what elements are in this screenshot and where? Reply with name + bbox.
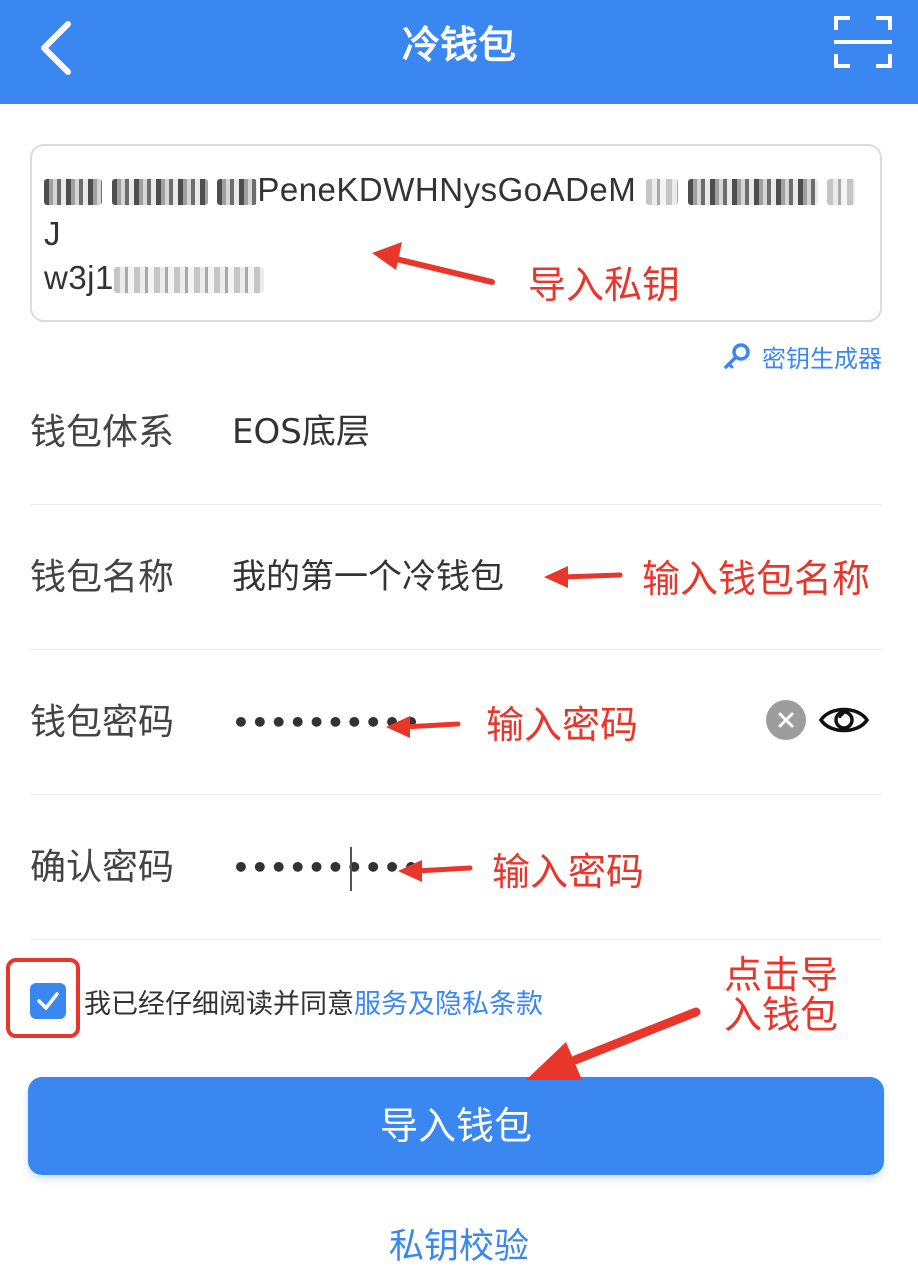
annotation-import-key: 导入私钥 [528,263,681,307]
redacted-segment [44,179,102,206]
redacted-segment [113,267,264,294]
page-title: 冷钱包 [401,23,516,67]
private-key-text: PeneKDWHNysGoADeM J w3j1 [44,168,866,300]
wallet-password-label: 钱包密码 [30,702,175,743]
annotation-enter-password-2: 输入密码 [492,850,645,894]
agreement-checkbox[interactable] [30,983,66,1019]
wallet-system-label: 钱包体系 [30,412,175,453]
confirm-password-label: 确认密码 [30,847,175,888]
import-wallet-button[interactable]: 导入钱包 [28,1077,884,1175]
check-icon [37,992,59,1010]
agreement-row: 我已经仔细阅读并同意 服务及隐私条款 [30,972,543,1030]
redacted-segment [217,179,258,206]
private-key-visible-1: PeneKDWHNysGoADeM [257,171,637,208]
annotation-enter-name: 输入钱包名称 [642,557,871,601]
app-header: 冷钱包 [0,0,918,104]
confirm-password-input[interactable]: •••••••••• [232,795,421,940]
redacted-segment [111,179,208,206]
confirm-password-row: 确认密码 •••••••••• [30,795,882,940]
wallet-name-input[interactable]: 我的第一个冷钱包 [232,505,504,650]
text-cursor [350,847,352,891]
scan-icon[interactable] [832,14,894,70]
annotation-click-import-line2: 入钱包 [724,993,839,1037]
annotation-enter-password-1: 输入密码 [486,703,639,747]
wallet-password-input[interactable]: •••••••••• [232,650,421,795]
private-key-input[interactable]: PeneKDWHNysGoADeM J w3j1 [30,144,882,322]
agreement-text: 我已经仔细阅读并同意 [84,988,354,1020]
eye-icon[interactable] [818,698,870,742]
private-key-visible-tail: J [44,215,61,252]
redacted-segment [687,179,818,206]
wallet-system-row: 钱包体系 EOS底层 [30,360,882,505]
redacted-segment [645,179,678,206]
verify-key-link[interactable]: 私钥校验 [0,1218,918,1269]
clear-icon[interactable] [766,700,806,740]
wallet-system-value: EOS底层 [232,412,370,452]
redacted-segment [827,179,856,206]
terms-link[interactable]: 服务及隐私条款 [354,982,543,1021]
wallet-name-label: 钱包名称 [30,557,175,598]
wallet-password-row: 钱包密码 •••••••••• [30,650,882,795]
private-key-visible-2: w3j1 [44,259,114,296]
